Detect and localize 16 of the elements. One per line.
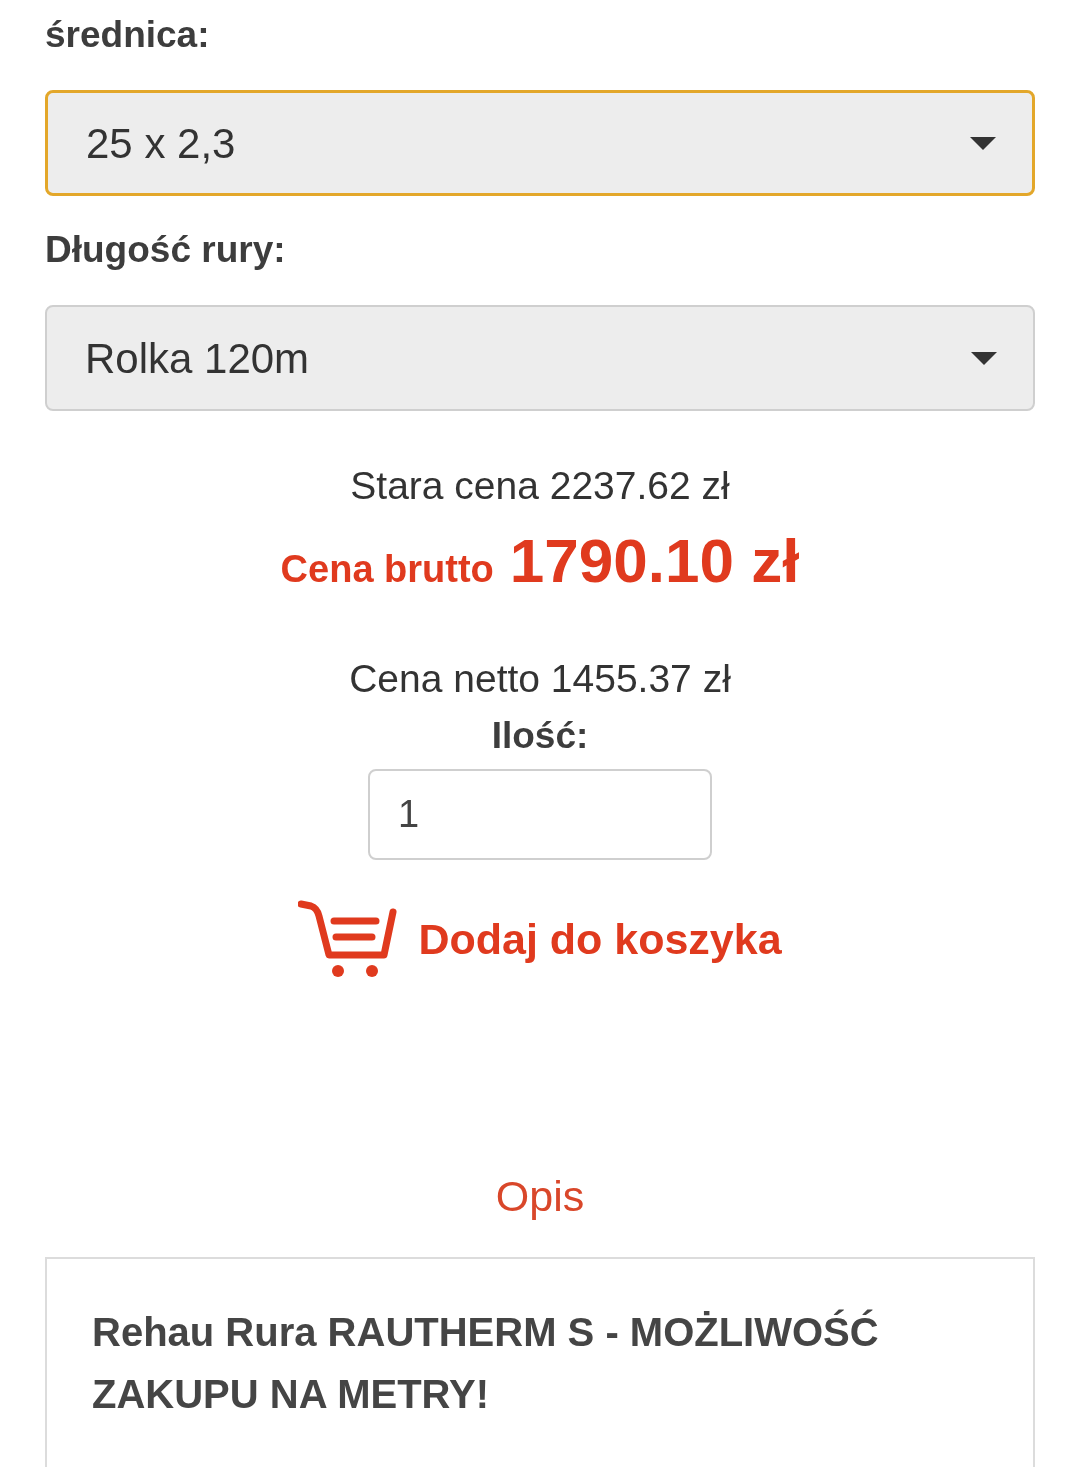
- dropdown[interactable]: Rolka 120m: [45, 305, 1035, 411]
- quantity-field[interactable]: 1: [368, 769, 712, 860]
- gross-price-value: 1790.10 zł: [509, 525, 800, 597]
- quantity-label: Ilość:: [490, 714, 590, 758]
- field-label: średnica:: [45, 13, 211, 57]
- caret-icon: [971, 351, 997, 365]
- old-price: Stara cena 2237.62 zł: [349, 463, 731, 509]
- description-text: Rehau Rura RAUTHERM S - MOŻLIWOŚĆ ZAKUPU NA METRY!: [92, 1308, 880, 1418]
- dropdown[interactable]: 25 x 2,3: [45, 90, 1035, 196]
- field-label: Długość rury:: [45, 228, 287, 272]
- caret-icon: [970, 136, 996, 150]
- net-price: Cena netto 1455.37 zł: [348, 656, 732, 702]
- add-to-cart-button[interactable]: Dodaj do koszyka: [297, 898, 783, 980]
- section-heading: Opis: [494, 1171, 586, 1222]
- gross-price-label: Cena brutto: [280, 547, 494, 592]
- cart-icon: [298, 899, 399, 979]
